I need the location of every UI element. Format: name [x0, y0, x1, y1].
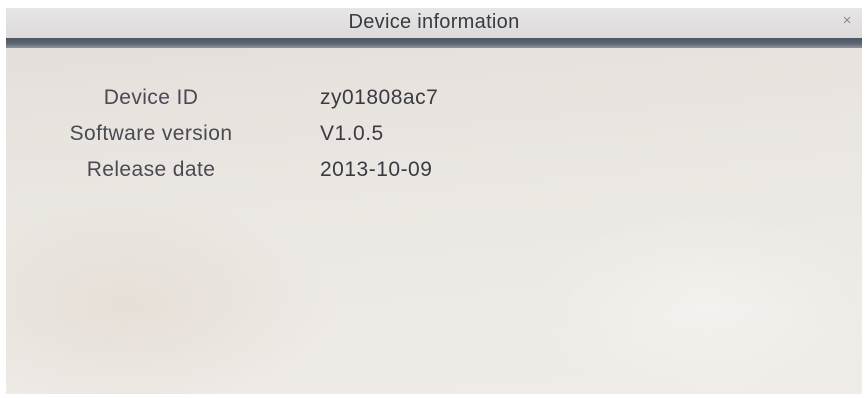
device-information-dialog: Device information × Device ID zy01808ac… [6, 8, 862, 394]
device-id-label: Device ID [103, 86, 199, 109]
screen-glare [6, 8, 862, 394]
close-icon[interactable]: × [838, 12, 856, 30]
title-divider [6, 38, 862, 48]
software-version-value: V1.0.5 [320, 122, 384, 145]
dialog-title: Device information [348, 11, 520, 33]
release-date-label: Release date [86, 158, 216, 181]
device-id-value: zy01808ac7 [320, 86, 439, 109]
title-bar: Device information × [6, 8, 862, 38]
info-row-device-id: Device ID zy01808ac7 [6, 86, 862, 120]
info-row-release-date: Release date 2013-10-09 [6, 158, 862, 192]
software-version-label: Software version [69, 122, 233, 145]
info-row-software-version: Software version V1.0.5 [6, 122, 862, 156]
release-date-value: 2013-10-09 [320, 158, 433, 181]
